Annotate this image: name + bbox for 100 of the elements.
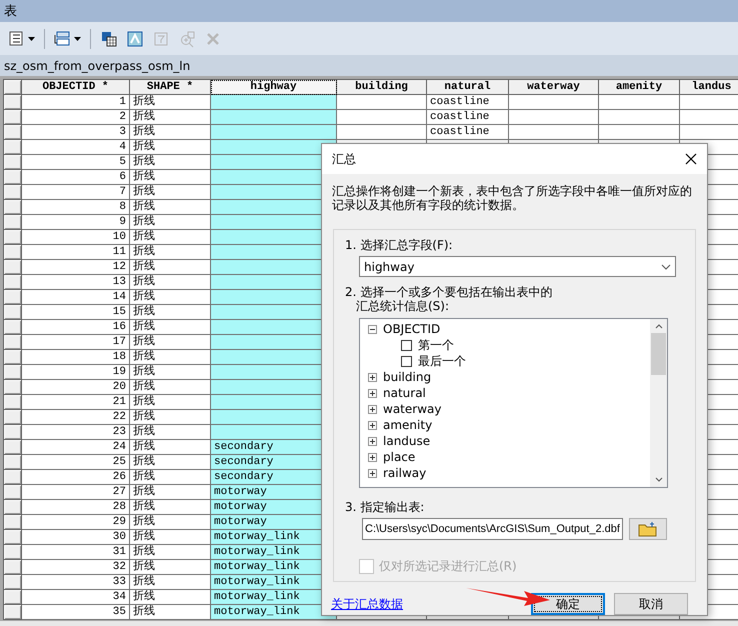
expand-toggle[interactable] [368, 468, 377, 478]
column-header[interactable]: building [336, 80, 426, 94]
table-cell: 4 [22, 140, 130, 154]
expand-toggle[interactable] [368, 436, 377, 446]
column-header[interactable]: SHAPE * [130, 80, 210, 94]
table-cell: 35 [22, 604, 130, 620]
tree-item[interactable]: OBJECTID [383, 322, 440, 336]
output-path-field[interactable]: C:\Users\syc\Documents\ArcGIS\Sum_Output_2.dbf [362, 518, 623, 540]
tree-item[interactable]: building [383, 370, 432, 384]
row-selector[interactable] [4, 604, 22, 620]
ok-button[interactable]: 确定 [531, 593, 605, 615]
row-selector[interactable] [4, 380, 22, 394]
tree-item[interactable]: landuse [383, 434, 430, 448]
row-selector[interactable] [4, 364, 22, 380]
cancel-button[interactable]: 取消 [614, 593, 688, 615]
tree-item[interactable]: natural [383, 386, 426, 400]
column-header[interactable]: waterway [508, 80, 598, 94]
table-cell: coastline [426, 124, 508, 140]
plus-icon [369, 454, 376, 460]
caret-icon [74, 36, 81, 40]
table-cell: 19 [22, 364, 130, 380]
row-selector[interactable] [4, 410, 22, 424]
window-title: 表 [4, 3, 17, 20]
plus-icon [369, 374, 376, 380]
expand-toggle[interactable] [368, 388, 377, 398]
checkbox-label: 仅对所选记录进行汇总(R) [379, 558, 517, 575]
expand-toggle[interactable] [368, 452, 377, 462]
table-tab[interactable]: sz_osm_from_overpass_osm_ln [0, 55, 738, 76]
row-selector[interactable] [4, 350, 22, 364]
row-selector[interactable] [4, 560, 22, 574]
column-header[interactable]: highway [210, 80, 336, 94]
table-cell: 17 [22, 334, 130, 350]
row-selector[interactable] [4, 110, 22, 124]
row-selector[interactable] [4, 304, 22, 320]
expand-toggle[interactable] [368, 372, 377, 382]
tree-item[interactable]: railway [383, 466, 426, 480]
chevron-down-icon [661, 264, 671, 270]
row-selector[interactable] [4, 140, 22, 154]
column-header[interactable]: OBJECTID * [22, 80, 130, 94]
row-selector[interactable] [4, 470, 22, 484]
row-selector[interactable] [4, 200, 22, 214]
row-selector[interactable] [4, 514, 22, 530]
checkbox[interactable] [401, 356, 412, 366]
table-cell: 23 [22, 424, 130, 440]
horizontal-scrollbar[interactable] [0, 621, 738, 626]
statistics-tree[interactable]: OBJECTID 第一个 最后一个 building natural waterway amenity landuse place railway [359, 318, 668, 488]
checkbox[interactable] [401, 340, 412, 350]
browse-button[interactable] [629, 518, 667, 540]
table-cell: 1 [22, 94, 130, 110]
row-selector[interactable] [4, 260, 22, 274]
table-cell: 27 [22, 484, 130, 500]
table-cell: 34 [22, 590, 130, 604]
table-cell: 7 [22, 184, 130, 200]
row-selector[interactable] [4, 94, 22, 110]
tree-item[interactable]: amenity [383, 418, 432, 432]
row-selector[interactable] [4, 424, 22, 440]
row-selector[interactable] [4, 290, 22, 304]
column-header[interactable]: natural [426, 80, 508, 94]
vertical-scrollbar[interactable] [650, 319, 667, 487]
collapse-toggle[interactable] [368, 324, 377, 334]
column-header[interactable]: amenity [598, 80, 680, 94]
row-selector[interactable] [4, 230, 22, 244]
row-selector[interactable] [4, 170, 22, 184]
row-selector[interactable] [4, 80, 22, 94]
row-selector[interactable] [4, 590, 22, 604]
expand-toggle[interactable] [368, 420, 377, 430]
tree-item[interactable]: place [383, 450, 416, 464]
row-selector[interactable] [4, 530, 22, 544]
row-selector[interactable] [4, 214, 22, 230]
row-selector[interactable] [4, 574, 22, 590]
table-cell: 21 [22, 394, 130, 410]
row-selector[interactable] [4, 334, 22, 350]
row-selector[interactable] [4, 244, 22, 260]
field-label: 1. 选择汇总字段(F): [345, 238, 454, 252]
column-header[interactable]: landus [680, 80, 738, 94]
row-selector[interactable] [4, 440, 22, 454]
checkbox-label: 最后一个 [418, 352, 466, 370]
row-selector[interactable] [4, 184, 22, 200]
plus-icon [369, 470, 376, 476]
row-selector[interactable] [4, 500, 22, 514]
field-dropdown[interactable]: highway [359, 256, 676, 277]
zoom-to-selected-icon [178, 30, 196, 48]
expand-toggle[interactable] [368, 404, 377, 414]
row-selector[interactable] [4, 320, 22, 334]
table-cell: 15 [22, 304, 130, 320]
row-selector[interactable] [4, 544, 22, 560]
table-cell: 11 [22, 244, 130, 260]
related-tables-icon [54, 30, 72, 48]
row-selector[interactable] [4, 454, 22, 470]
dialog-description: 汇总操作将创建一个新表，表中包含了所选字段中各唯一值所对应的记录以及其他所有字段的统计数据。 [332, 184, 693, 212]
close-button[interactable] [685, 153, 697, 165]
table-cell: 20 [22, 380, 130, 394]
scrollbar-thumb[interactable] [651, 333, 666, 375]
table-cell: 30 [22, 530, 130, 544]
row-selector[interactable] [4, 154, 22, 170]
row-selector[interactable] [4, 274, 22, 290]
tree-item[interactable]: waterway [383, 402, 442, 416]
row-selector[interactable] [4, 124, 22, 140]
row-selector[interactable] [4, 394, 22, 410]
row-selector[interactable] [4, 484, 22, 500]
